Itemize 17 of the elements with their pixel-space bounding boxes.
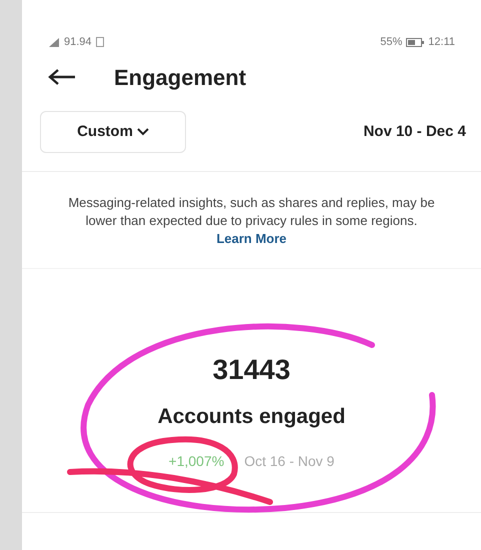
- comparison-range: Oct 16 - Nov 9: [244, 452, 334, 470]
- chevron-down-icon: [136, 128, 149, 136]
- metric-value: 31443: [212, 353, 290, 387]
- battery-percent: 55%: [380, 34, 402, 50]
- privacy-notice: Messaging-related insights, such as shares and replies, may be lower than expected due to privacy rules in some regions. Learn More: [67, 194, 436, 248]
- battery-icon: [406, 38, 424, 46]
- date-range: Nov 10 - Dec 4: [363, 122, 466, 142]
- clock-time: 12:11: [428, 34, 455, 50]
- back-arrow-icon: [48, 68, 76, 86]
- metric-label: Accounts engaged: [158, 404, 346, 430]
- network-speed: 91.94: [64, 34, 92, 50]
- learn-more-link[interactable]: Learn More: [216, 231, 287, 246]
- signal-icon: [48, 37, 60, 47]
- range-dropdown[interactable]: Custom: [40, 111, 186, 153]
- change-percent: +1,007%: [168, 452, 224, 470]
- page-title: Engagement: [114, 64, 246, 92]
- sim-icon: [96, 37, 104, 47]
